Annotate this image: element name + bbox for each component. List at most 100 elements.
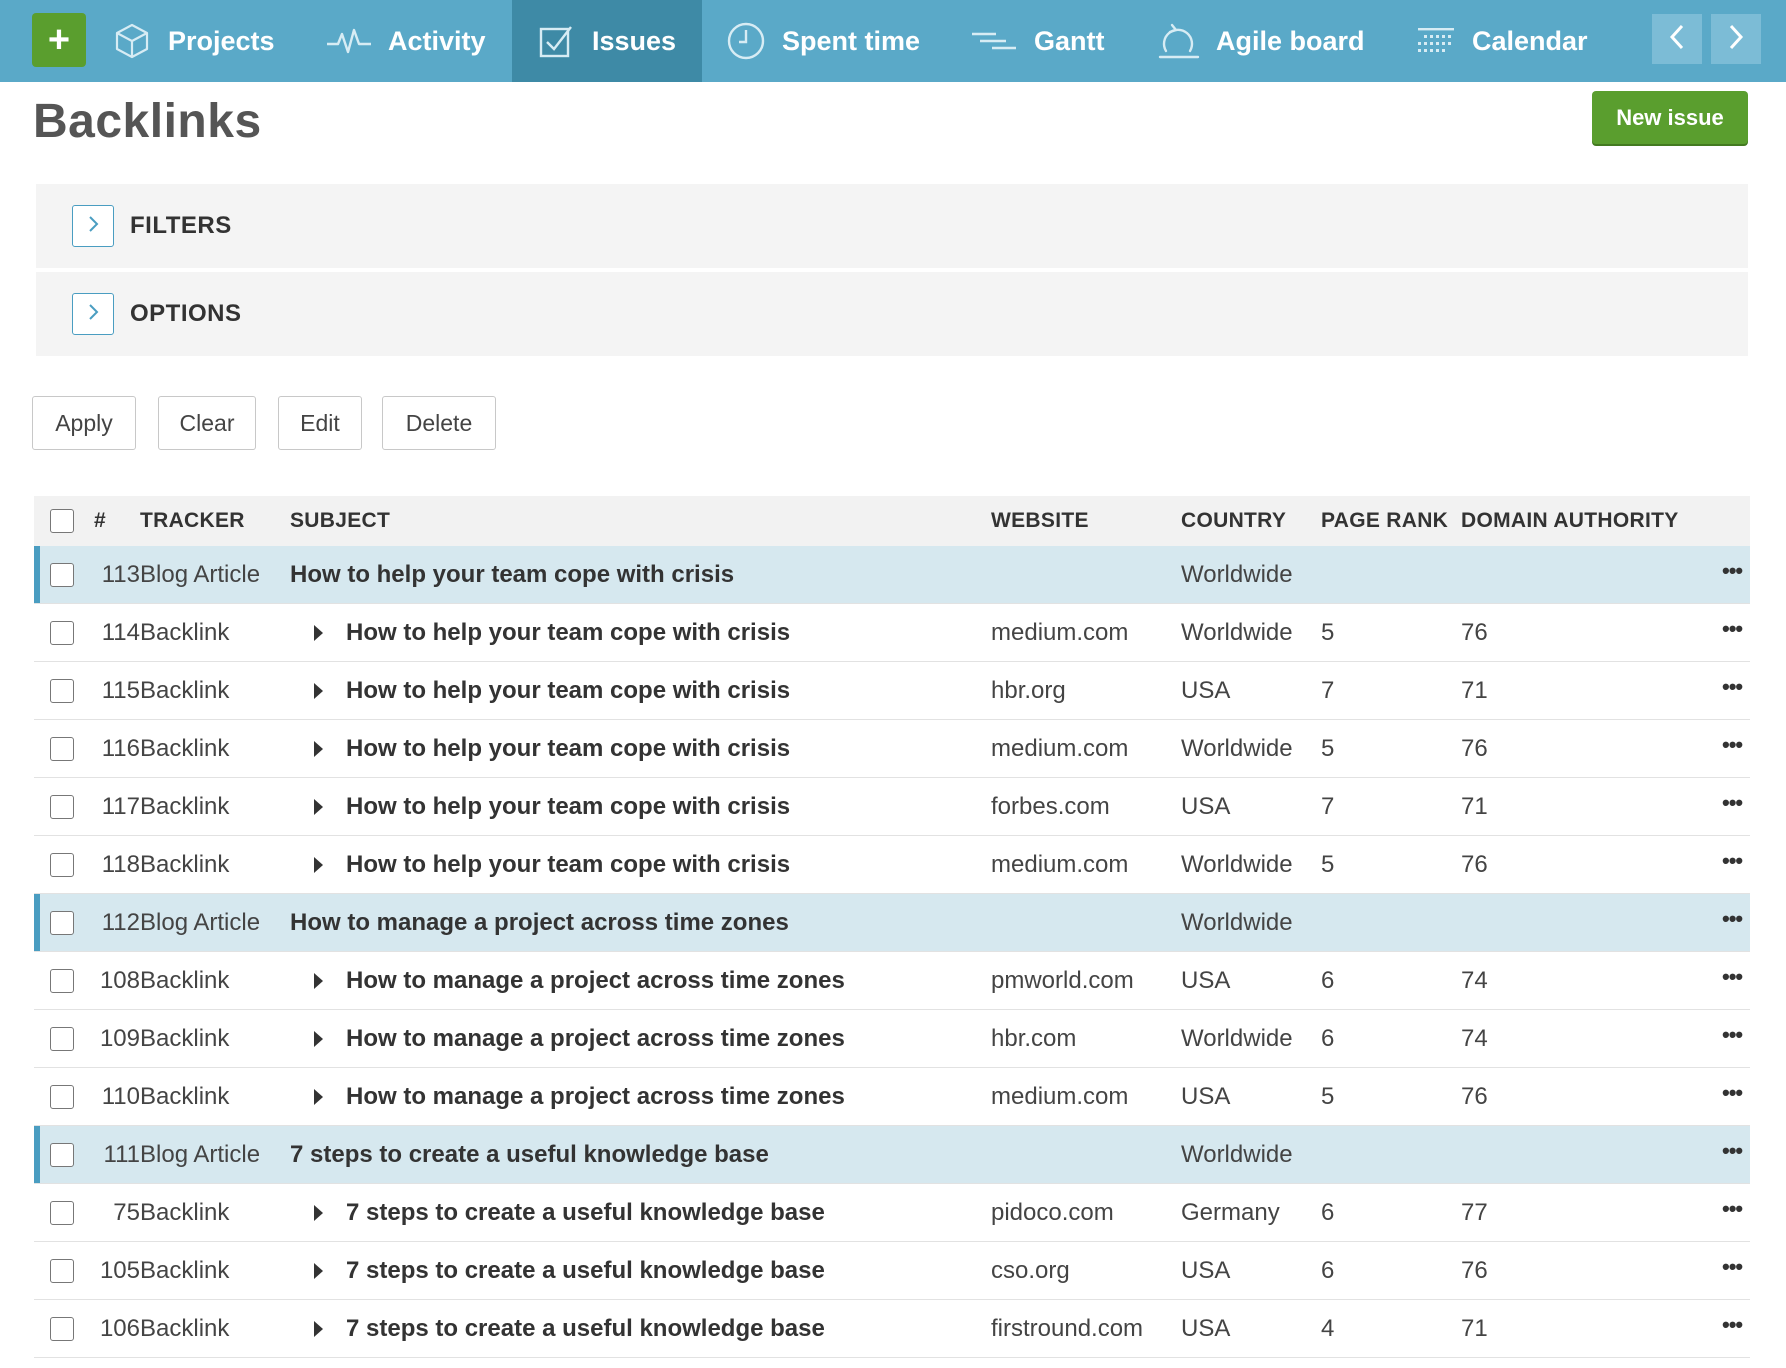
table-row[interactable]: 117 Backlink How to help your team cope wi…	[34, 778, 1750, 836]
nav-gantt[interactable]: Gantt	[970, 0, 1105, 82]
issue-subject[interactable]: How to help your team cope with crisis	[346, 604, 790, 662]
clear-button[interactable]: Clear	[158, 396, 256, 450]
issue-id[interactable]: 108	[94, 952, 140, 1010]
new-issue-button[interactable]: New issue	[1592, 91, 1748, 144]
more-actions-icon[interactable]: •••	[1722, 604, 1743, 662]
issue-subject[interactable]: How to help your team cope with crisis	[290, 546, 734, 604]
options-toggle[interactable]	[72, 293, 114, 335]
issue-id[interactable]: 114	[94, 604, 140, 662]
table-row[interactable]: 110 Backlink How to manage a project acros…	[34, 1068, 1750, 1126]
issue-subject[interactable]: 7 steps to create a useful knowledge bas…	[346, 1184, 825, 1242]
column-tracker[interactable]: TRACKER	[140, 496, 245, 546]
nav-calendar[interactable]: Calendar	[1416, 0, 1588, 82]
issue-subject[interactable]: How to help your team cope with crisis	[346, 720, 790, 778]
more-actions-icon[interactable]: •••	[1722, 1126, 1743, 1184]
edit-button[interactable]: Edit	[278, 396, 362, 450]
issue-id[interactable]: 105	[94, 1242, 140, 1300]
issue-id[interactable]: 113	[94, 546, 140, 604]
column-id[interactable]: #	[94, 496, 106, 546]
more-actions-icon[interactable]: •••	[1722, 1068, 1743, 1126]
more-actions-icon[interactable]: •••	[1722, 836, 1743, 894]
issue-subject[interactable]: How to manage a project across time zone…	[346, 1010, 845, 1068]
issue-id[interactable]: 106	[94, 1300, 140, 1358]
issue-subject[interactable]: How to manage a project across time zone…	[346, 952, 845, 1010]
table-row[interactable]: 114 Backlink How to help your team cope wi…	[34, 604, 1750, 662]
issue-id[interactable]: 110	[94, 1068, 140, 1126]
delete-button[interactable]: Delete	[382, 396, 496, 450]
more-actions-icon[interactable]: •••	[1722, 1184, 1743, 1242]
issue-subject[interactable]: How to manage a project across time zone…	[346, 1068, 845, 1126]
agile-icon	[1158, 21, 1200, 61]
row-checkbox[interactable]	[50, 853, 74, 877]
nav-projects[interactable]: Projects	[112, 0, 275, 82]
nav-next-button[interactable]	[1711, 14, 1761, 64]
table-row[interactable]: 109 Backlink How to manage a project acros…	[34, 1010, 1750, 1068]
issue-id[interactable]: 116	[94, 720, 140, 778]
filters-toggle[interactable]	[72, 205, 114, 247]
more-actions-icon[interactable]: •••	[1722, 1242, 1743, 1300]
table-row-parent[interactable]: 113 Blog Article How to help your team cop…	[34, 546, 1750, 604]
more-actions-icon[interactable]: •••	[1722, 894, 1743, 952]
issue-id[interactable]: 112	[94, 894, 140, 952]
more-actions-icon[interactable]: •••	[1722, 1300, 1743, 1358]
apply-button[interactable]: Apply	[32, 396, 136, 450]
more-actions-icon[interactable]: •••	[1722, 720, 1743, 778]
table-row-parent[interactable]: 112 Blog Article How to manage a project a…	[34, 894, 1750, 952]
issue-subject[interactable]: How to help your team cope with crisis	[346, 662, 790, 720]
row-checkbox[interactable]	[50, 1317, 74, 1341]
issue-id[interactable]: 109	[94, 1010, 140, 1068]
more-actions-icon[interactable]: •••	[1722, 778, 1743, 836]
table-row[interactable]: 115 Backlink How to help your team cope wi…	[34, 662, 1750, 720]
row-checkbox[interactable]	[50, 737, 74, 761]
table-row[interactable]: 105 Backlink 7 steps to create a useful kn…	[34, 1242, 1750, 1300]
more-actions-icon[interactable]: •••	[1722, 662, 1743, 720]
issue-id[interactable]: 118	[94, 836, 140, 894]
table-row[interactable]: 106 Backlink 7 steps to create a useful kn…	[34, 1300, 1750, 1358]
nav-activity[interactable]: Activity	[326, 0, 486, 82]
issue-subject[interactable]: 7 steps to create a useful knowledge bas…	[290, 1126, 769, 1184]
nav-spent-time[interactable]: Spent time	[726, 0, 920, 82]
issue-id[interactable]: 117	[94, 778, 140, 836]
table-row-parent[interactable]: 111 Blog Article 7 steps to create a usefu…	[34, 1126, 1750, 1184]
row-checkbox[interactable]	[50, 795, 74, 819]
more-actions-icon[interactable]: •••	[1722, 1010, 1743, 1068]
options-panel[interactable]: OPTIONS	[36, 272, 1748, 356]
nav-prev-button[interactable]	[1652, 14, 1702, 64]
issue-id[interactable]: 115	[94, 662, 140, 720]
filters-panel[interactable]: FILTERS	[36, 184, 1748, 268]
issue-subject[interactable]: 7 steps to create a useful knowledge bas…	[346, 1242, 825, 1300]
row-checkbox[interactable]	[50, 911, 74, 935]
more-actions-icon[interactable]: •••	[1722, 546, 1743, 604]
table-row[interactable]: 116 Backlink How to help your team cope wi…	[34, 720, 1750, 778]
row-checkbox[interactable]	[50, 679, 74, 703]
nav-issues[interactable]: Issues	[512, 0, 702, 82]
issue-id[interactable]: 75	[94, 1184, 140, 1242]
row-checkbox[interactable]	[50, 1259, 74, 1283]
column-country[interactable]: COUNTRY	[1181, 496, 1286, 546]
issue-tracker: Blog Article	[140, 1141, 261, 1168]
column-domain-authority[interactable]: DOMAIN AUTHORITY	[1461, 496, 1679, 546]
add-button[interactable]: +	[32, 13, 86, 67]
more-actions-icon[interactable]: •••	[1722, 952, 1743, 1010]
row-checkbox[interactable]	[50, 621, 74, 645]
row-checkbox[interactable]	[50, 1027, 74, 1051]
row-checkbox[interactable]	[50, 1085, 74, 1109]
table-row[interactable]: 75 Backlink 7 steps to create a useful kno…	[34, 1184, 1750, 1242]
issue-subject[interactable]: How to manage a project across time zone…	[290, 894, 789, 952]
row-checkbox[interactable]	[50, 1143, 74, 1167]
select-all-checkbox[interactable]	[50, 509, 74, 533]
row-checkbox[interactable]	[50, 1201, 74, 1225]
table-row[interactable]: 118 Backlink How to help your team cope wi…	[34, 836, 1750, 894]
caret-right-icon	[314, 1205, 323, 1221]
issue-subject[interactable]: How to help your team cope with crisis	[346, 836, 790, 894]
column-page-rank[interactable]: PAGE RANK	[1321, 496, 1448, 546]
issue-subject[interactable]: How to help your team cope with crisis	[346, 778, 790, 836]
table-row[interactable]: 108 Backlink How to manage a project acros…	[34, 952, 1750, 1010]
row-checkbox[interactable]	[50, 563, 74, 587]
column-subject[interactable]: SUBJECT	[290, 496, 390, 546]
nav-agile-board[interactable]: Agile board	[1158, 0, 1365, 82]
issue-id[interactable]: 111	[94, 1126, 140, 1184]
issue-subject[interactable]: 7 steps to create a useful knowledge bas…	[346, 1300, 825, 1358]
row-checkbox[interactable]	[50, 969, 74, 993]
column-website[interactable]: WEBSITE	[991, 496, 1089, 546]
